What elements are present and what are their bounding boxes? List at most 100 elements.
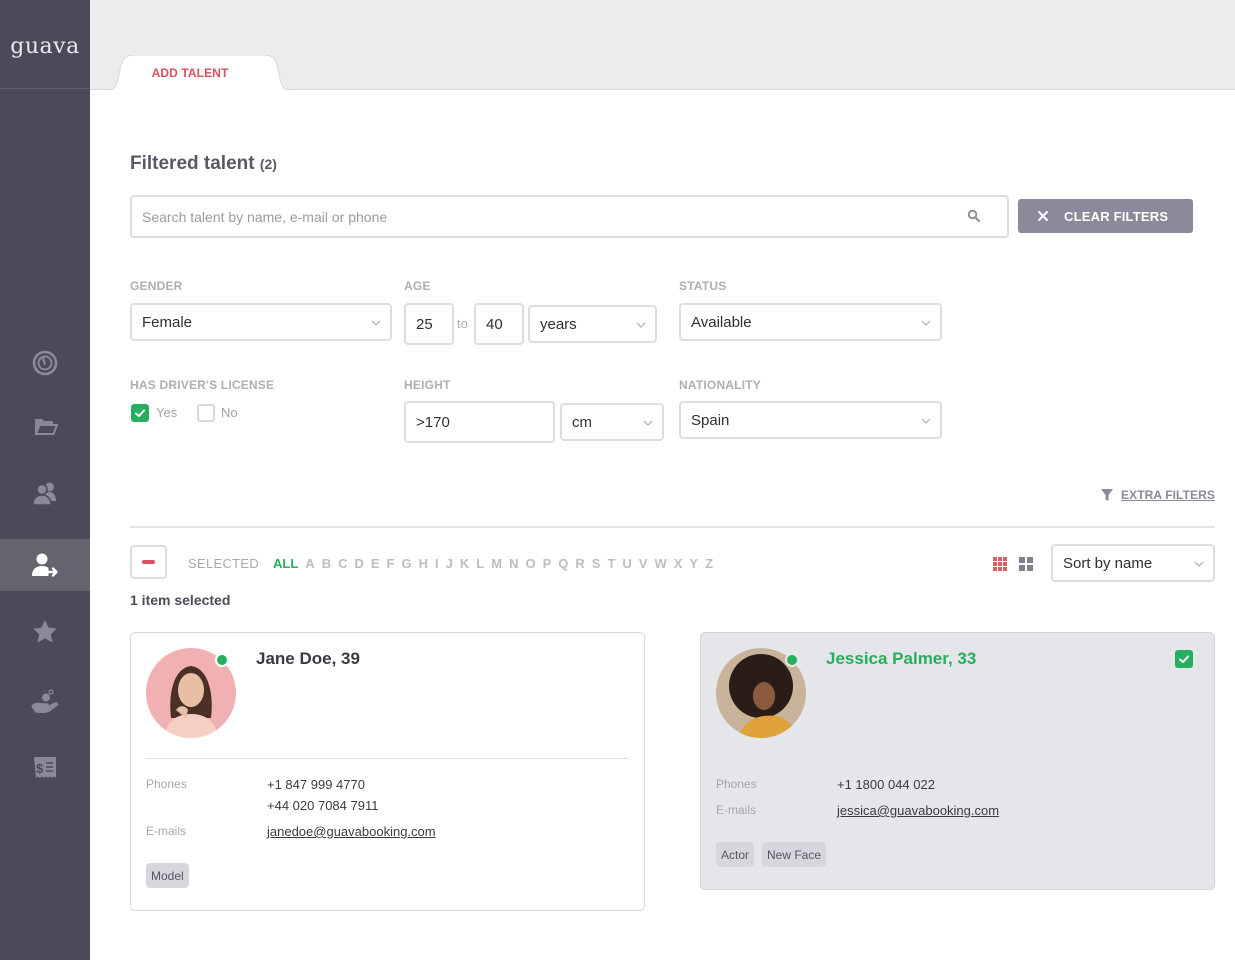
email-link[interactable]: janedoe@guavabooking.com <box>267 824 436 839</box>
minus-icon <box>142 560 155 564</box>
filter-letter[interactable]: O <box>525 556 535 571</box>
talent-name[interactable]: Jane Doe, 39 <box>256 649 360 669</box>
filter-all[interactable]: ALL <box>273 556 298 571</box>
filter-letter[interactable]: V <box>639 556 648 571</box>
search-icon[interactable] <box>967 209 981 223</box>
filter-letter[interactable]: L <box>476 556 484 571</box>
users-icon <box>32 482 56 506</box>
nationality-select[interactable]: Spain <box>679 401 942 439</box>
user-transfer-icon <box>32 553 58 577</box>
sort-select[interactable]: Sort by name <box>1051 544 1215 582</box>
deselect-all-button[interactable] <box>130 545 167 579</box>
sidebar-item-add-talent[interactable] <box>0 539 90 591</box>
sidebar-item-invoices[interactable]: $ <box>0 742 90 794</box>
filter-letter[interactable]: N <box>509 556 518 571</box>
invoice-icon: $ <box>34 757 56 778</box>
filter-letter[interactable]: D <box>354 556 363 571</box>
sidebar-item-payments[interactable] <box>0 676 90 728</box>
talent-card[interactable]: Jane Doe, 39 Phones +1 847 999 4770 +44 … <box>130 632 645 911</box>
talent-name[interactable]: Jessica Palmer, 33 <box>826 649 976 669</box>
phone: +1 1800 044 022 <box>837 777 935 792</box>
check-icon <box>1179 655 1189 663</box>
grid-small-view-icon[interactable] <box>1019 557 1033 571</box>
filter-letter[interactable]: C <box>338 556 347 571</box>
height-unit-select[interactable]: cm <box>560 403 664 441</box>
filter-letter[interactable]: J <box>446 556 453 571</box>
age-unit-select[interactable]: years <box>528 305 657 343</box>
emails-label: E-mails <box>146 824 187 838</box>
email-link[interactable]: jessica@guavabooking.com <box>837 803 999 818</box>
license-label: HAS DRIVER'S LICENSE <box>130 378 275 392</box>
age-label: AGE <box>404 279 431 293</box>
filter-letter[interactable]: Z <box>705 556 713 571</box>
gender-label: GENDER <box>130 279 183 293</box>
filter-letter[interactable]: K <box>460 556 469 571</box>
sidebar-item-projects[interactable] <box>0 400 90 452</box>
phones-label: Phones <box>716 777 757 791</box>
tab-add-talent[interactable]: ADD TALENT <box>106 55 292 91</box>
tab-add-talent-label: ADD TALENT <box>151 66 229 80</box>
filter-letter[interactable]: A <box>305 556 314 571</box>
sidebar-item-favorites[interactable] <box>0 606 90 658</box>
result-count: (2) <box>259 156 277 172</box>
age-from-input[interactable]: 25 <box>404 303 454 345</box>
filter-letter[interactable]: E <box>371 556 380 571</box>
filter-letter[interactable]: X <box>674 556 683 571</box>
extra-filters-label: EXTRA FILTERS <box>1121 488 1215 502</box>
filter-letter[interactable]: R <box>575 556 584 571</box>
filter-letter[interactable]: W <box>654 556 666 571</box>
filter-letter[interactable]: B <box>322 556 331 571</box>
hand-coins-icon <box>31 689 59 714</box>
clear-filters-label: CLEAR FILTERS <box>1064 208 1169 224</box>
filter-letter[interactable]: F <box>387 556 395 571</box>
chevron-down-icon <box>921 320 931 326</box>
tag: New Face <box>762 842 827 867</box>
select-checkbox[interactable] <box>1175 650 1193 668</box>
nationality-value: Spain <box>691 411 730 429</box>
filter-letter[interactable]: G <box>402 556 412 571</box>
age-to-label: to <box>457 316 468 331</box>
age-to-input[interactable]: 40 <box>474 303 524 345</box>
filter-letter[interactable]: H <box>419 556 428 571</box>
filter-letter[interactable]: Y <box>689 556 698 571</box>
search-input[interactable] <box>132 197 932 236</box>
sidebar-item-talent[interactable] <box>0 467 90 519</box>
extra-filters-link[interactable]: EXTRA FILTERS <box>1100 488 1215 502</box>
filter-letter[interactable]: U <box>622 556 631 571</box>
status-label: STATUS <box>679 279 727 293</box>
filter-letter[interactable]: T <box>607 556 615 571</box>
search-box <box>130 195 1009 238</box>
gender-select[interactable]: Female <box>130 303 392 341</box>
grid-large-view-icon[interactable] <box>993 557 1007 571</box>
logo[interactable]: guava <box>0 0 90 89</box>
chevron-down-icon <box>1194 561 1204 567</box>
license-no-label: No <box>221 405 238 420</box>
sidebar-item-dashboard[interactable] <box>0 337 90 389</box>
logo-text: guava <box>10 33 80 59</box>
license-no-checkbox[interactable] <box>197 404 215 422</box>
chevron-down-icon <box>636 322 646 328</box>
license-yes-checkbox[interactable] <box>131 404 149 422</box>
age-to-value: 40 <box>486 315 503 333</box>
age-from-value: 25 <box>416 315 433 333</box>
filter-letter[interactable]: Q <box>558 556 568 571</box>
talent-card-selected[interactable]: Jessica Palmer, 33 Phones +1 1800 044 02… <box>700 632 1215 890</box>
height-input[interactable]: >170 <box>404 401 555 443</box>
height-value: >170 <box>416 413 450 431</box>
divider <box>130 526 1215 528</box>
alphabet-filter: SELECTED ALL A B C D E F G H I J K L M N… <box>188 556 720 571</box>
status-select[interactable]: Available <box>679 303 942 341</box>
filter-letter[interactable]: P <box>543 556 552 571</box>
tag: Model <box>146 863 189 888</box>
card-divider <box>146 758 629 759</box>
phone: +1 847 999 4770 <box>267 777 365 792</box>
chevron-down-icon <box>921 418 931 424</box>
filter-selected[interactable]: SELECTED <box>188 556 259 571</box>
clear-filters-button[interactable]: CLEAR FILTERS <box>1018 199 1193 233</box>
filter-letter[interactable]: I <box>435 556 439 571</box>
status-value: Available <box>691 313 752 331</box>
selection-count: 1 item selected <box>130 592 231 608</box>
gender-value: Female <box>142 313 193 331</box>
filter-letter[interactable]: S <box>592 556 601 571</box>
filter-letter[interactable]: M <box>491 556 502 571</box>
